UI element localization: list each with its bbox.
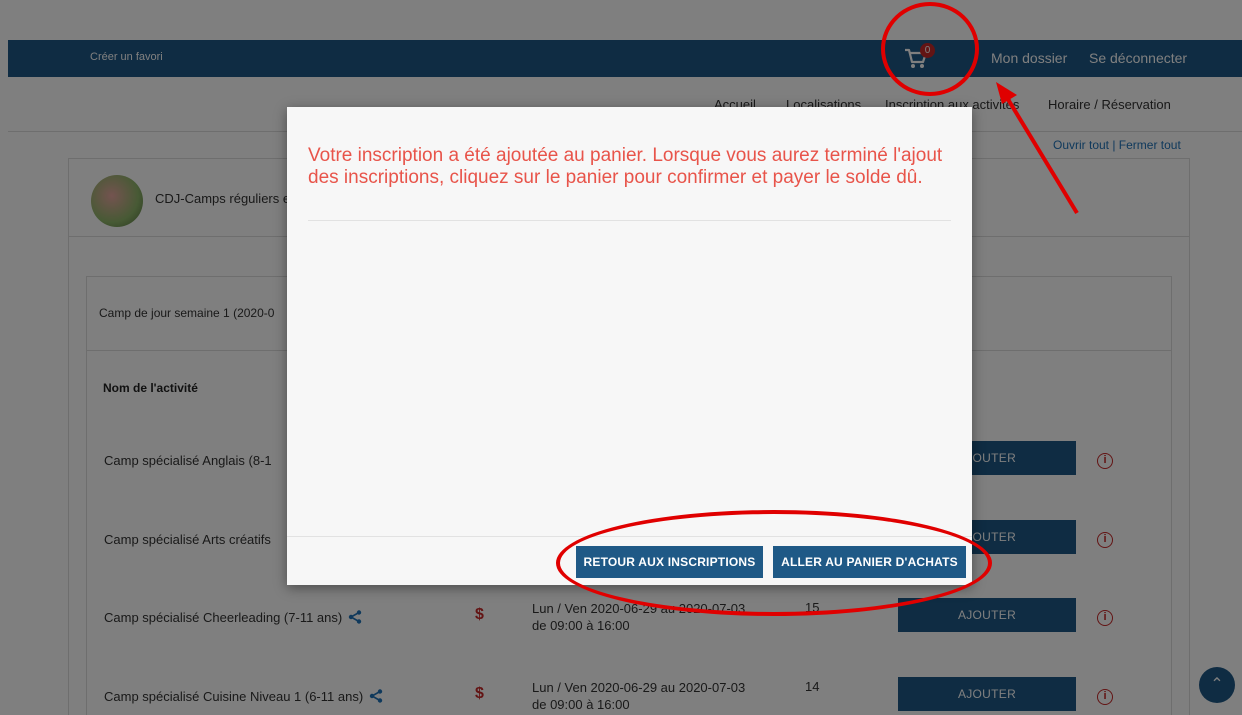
- confirmation-dialog: Votre inscription a été ajoutée au panie…: [287, 107, 972, 585]
- cart-highlight-circle: [881, 2, 979, 96]
- dialog-message: Votre inscription a été ajoutée au panie…: [308, 145, 943, 188]
- divider: [308, 220, 951, 221]
- buttons-highlight-circle: [556, 510, 992, 616]
